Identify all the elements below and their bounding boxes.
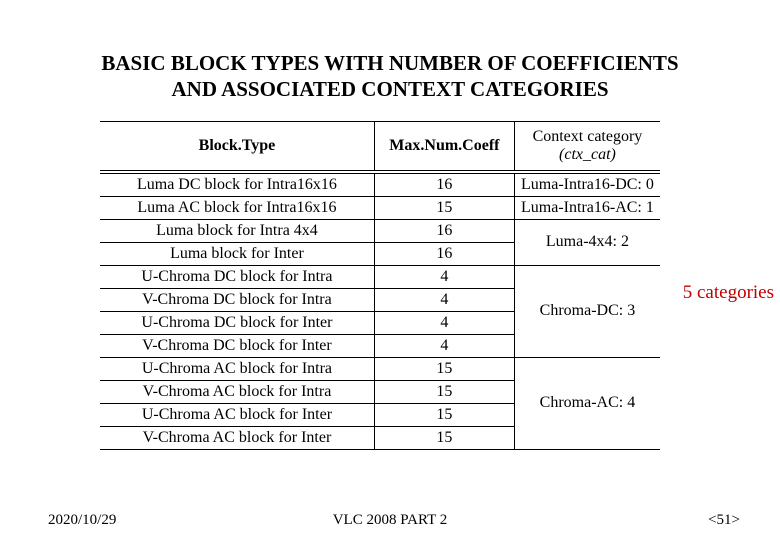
cell-block-type: V-Chroma DC block for Inter bbox=[100, 334, 374, 357]
cell-coeff: 4 bbox=[374, 334, 514, 357]
annotation-five-categories: 5 categories bbox=[683, 282, 774, 304]
cell-block-type: U-Chroma AC block for Inter bbox=[100, 403, 374, 426]
cell-coeff: 16 bbox=[374, 219, 514, 242]
cell-coeff: 15 bbox=[374, 403, 514, 426]
cell-coeff: 4 bbox=[374, 311, 514, 334]
col-header-ctx: Context category (ctx_cat) bbox=[514, 122, 660, 171]
cell-ctx: Chroma-AC: 4 bbox=[514, 357, 660, 449]
col-header-block-type: Block.Type bbox=[100, 122, 374, 171]
cell-block-type: U-Chroma DC block for Inter bbox=[100, 311, 374, 334]
cell-block-type: U-Chroma DC block for Intra bbox=[100, 265, 374, 288]
cell-block-type: V-Chroma DC block for Intra bbox=[100, 288, 374, 311]
slide-title: BASIC BLOCK TYPES WITH NUMBER OF COEFFIC… bbox=[100, 50, 680, 103]
cell-coeff: 15 bbox=[374, 196, 514, 219]
footer-page: <51> bbox=[708, 512, 740, 529]
cell-block-type: Luma block for Inter bbox=[100, 242, 374, 265]
cell-coeff: 16 bbox=[374, 173, 514, 196]
cell-coeff: 4 bbox=[374, 288, 514, 311]
cell-coeff: 15 bbox=[374, 380, 514, 403]
cell-ctx: Luma-Intra16-AC: 1 bbox=[514, 196, 660, 219]
col-header-max-coeff: Max.Num.Coeff bbox=[374, 122, 514, 171]
ctx-header-paren: (ctx_cat) bbox=[559, 146, 616, 163]
cell-block-type: Luma AC block for Intra16x16 bbox=[100, 196, 374, 219]
cell-coeff: 15 bbox=[374, 426, 514, 449]
ctx-header-label: Context category bbox=[533, 128, 643, 145]
cell-coeff: 4 bbox=[374, 265, 514, 288]
cell-ctx: Luma-Intra16-DC: 0 bbox=[514, 173, 660, 196]
cell-block-type: U-Chroma AC block for Intra bbox=[100, 357, 374, 380]
table-container: Block.Type Max.Num.Coeff Context categor… bbox=[100, 121, 660, 450]
block-type-table: Block.Type Max.Num.Coeff Context categor… bbox=[100, 121, 660, 450]
cell-block-type: Luma DC block for Intra16x16 bbox=[100, 173, 374, 196]
cell-block-type: Luma block for Intra 4x4 bbox=[100, 219, 374, 242]
cell-coeff: 16 bbox=[374, 242, 514, 265]
cell-ctx: Chroma-DC: 3 bbox=[514, 265, 660, 357]
cell-block-type: V-Chroma AC block for Inter bbox=[100, 426, 374, 449]
cell-coeff: 15 bbox=[374, 357, 514, 380]
footer-center: VLC 2008 PART 2 bbox=[0, 512, 780, 529]
cell-block-type: V-Chroma AC block for Intra bbox=[100, 380, 374, 403]
cell-ctx: Luma-4x4: 2 bbox=[514, 219, 660, 265]
